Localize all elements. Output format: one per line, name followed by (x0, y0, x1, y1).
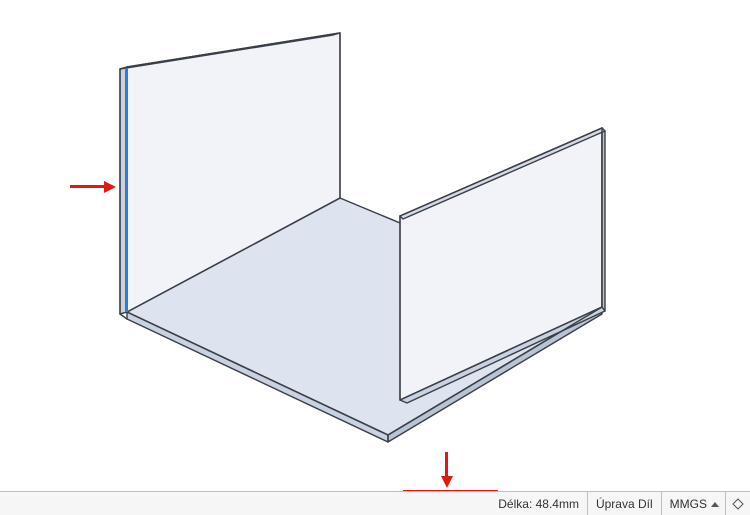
diamond-icon (732, 498, 744, 510)
status-measurement-text: Délka: 48.4mm (498, 497, 579, 511)
status-mode-text: Úprava Díl (596, 497, 653, 511)
status-units-text: MMGS (670, 497, 707, 511)
status-spacer (0, 492, 490, 515)
status-measurement: Délka: 48.4mm (490, 492, 587, 515)
status-bar: Délka: 48.4mm Úprava Díl MMGS (0, 491, 750, 515)
status-mode[interactable]: Úprava Díl (587, 492, 661, 515)
selected-edge-highlight (125, 68, 128, 312)
status-units[interactable]: MMGS (661, 492, 725, 515)
model-u-channel (0, 0, 750, 490)
graphics-viewport[interactable] (0, 0, 750, 490)
status-extras-button[interactable] (725, 492, 750, 515)
